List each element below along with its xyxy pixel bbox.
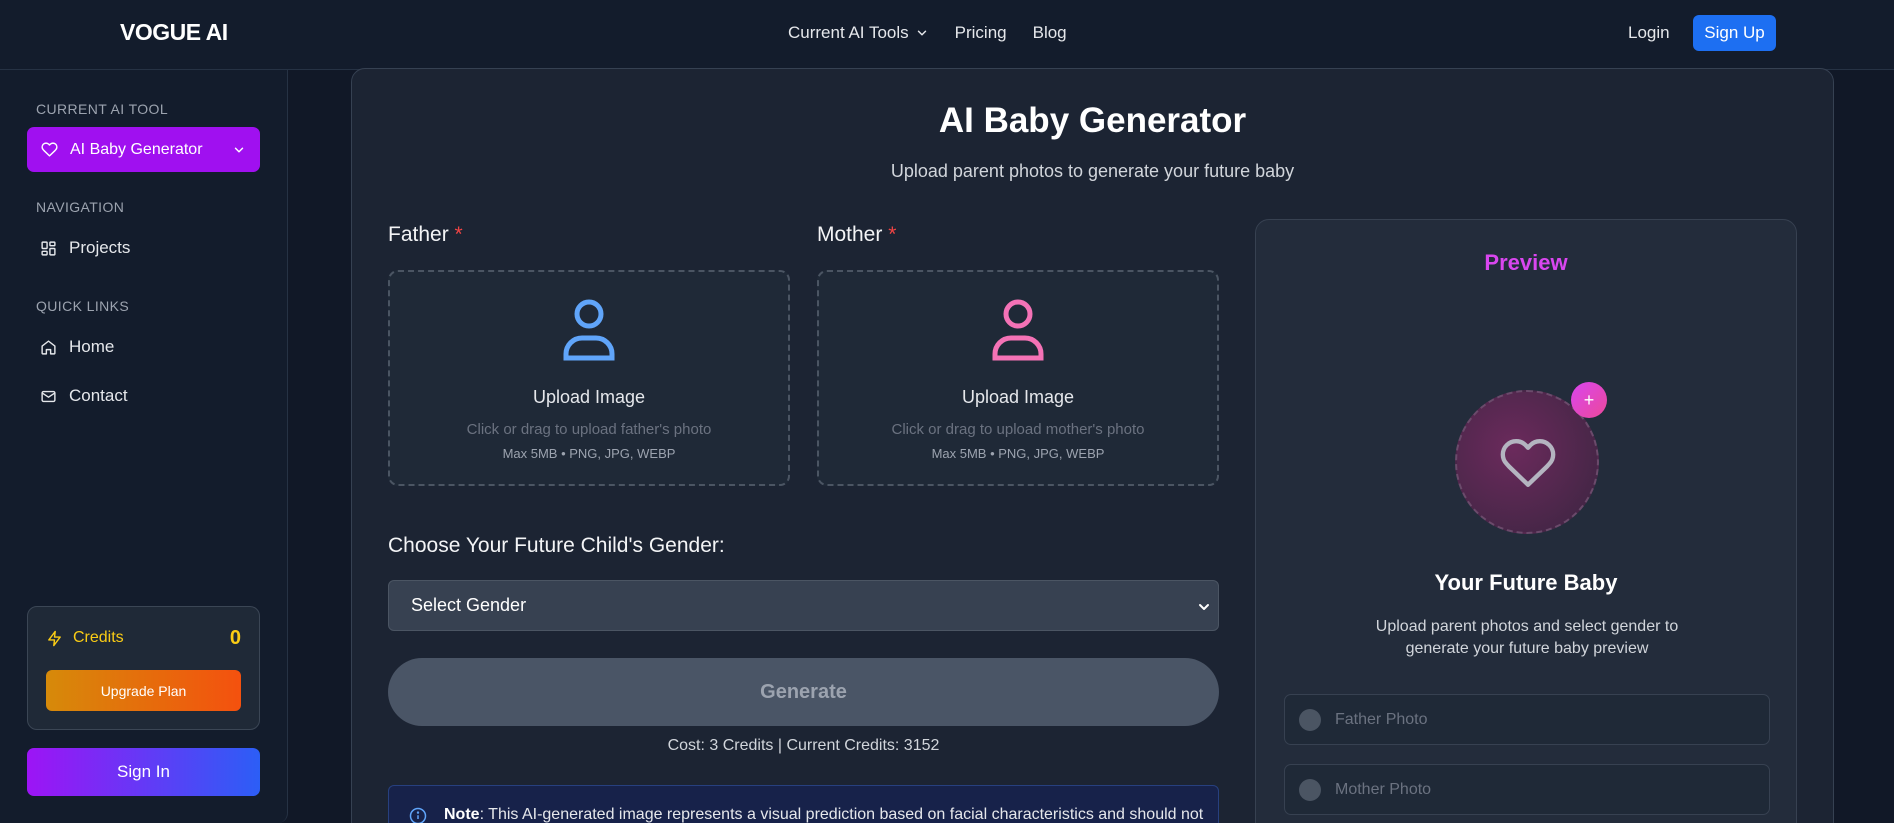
generate-button[interactable]: Generate: [388, 658, 1219, 726]
upload-hint: Click or drag to upload mother's photo: [891, 421, 1145, 438]
mail-icon: [41, 390, 56, 402]
chevron-down-icon: [917, 30, 926, 36]
baby-description: Upload parent photos and select gender t…: [1375, 618, 1679, 657]
status-label: Father Photo: [1335, 710, 1428, 728]
quick-links-section-label: QUICK LINKS: [36, 298, 130, 314]
sidebar: CURRENT AI TOOL AI Baby Generator NAVIGA…: [0, 70, 288, 823]
preview-panel: Preview + Your Future Baby Upload parent…: [1255, 219, 1797, 823]
upload-meta: Max 5MB • PNG, JPG, WEBP: [502, 446, 676, 461]
father-label-text: Father: [388, 223, 449, 246]
chevron-down-icon: [234, 147, 244, 152]
person-icon: [992, 299, 1044, 361]
nav-pricing[interactable]: Pricing: [955, 23, 1007, 43]
page-subtitle: Upload parent photos to generate your fu…: [890, 161, 1295, 181]
note-text: Note: This AI-generated image represents…: [444, 806, 1203, 823]
signin-button[interactable]: Sign In: [27, 748, 260, 796]
gender-select-value: Select Gender: [411, 595, 527, 615]
current-tool-dropdown[interactable]: AI Baby Generator: [27, 127, 260, 172]
credits-label-row: Credits: [46, 629, 124, 647]
login-link[interactable]: Login: [1628, 23, 1670, 43]
gender-select[interactable]: Select Gender: [388, 580, 1219, 631]
mother-photo-status: Mother Photo: [1284, 764, 1770, 815]
upload-hint: Click or drag to upload father's photo: [466, 421, 712, 438]
nav-blog[interactable]: Blog: [1033, 23, 1067, 43]
sidebar-item-label: Projects: [69, 238, 131, 257]
sidebar-item-label: Contact: [69, 386, 128, 405]
mother-label: Mother *: [817, 223, 896, 247]
lightning-icon: [48, 630, 61, 646]
required-marker: *: [888, 223, 897, 246]
heart-icon: [41, 142, 58, 157]
mother-upload-dropzone[interactable]: Upload Image Click or drag to upload mot…: [817, 270, 1219, 486]
sidebar-item-label: Home: [69, 337, 115, 356]
upload-title: Upload Image: [961, 387, 1075, 407]
main-nav: Current AI Tools Pricing Blog: [788, 23, 1067, 43]
upload-title: Upload Image: [532, 387, 646, 407]
required-marker: *: [454, 223, 463, 246]
navigation-section-label: NAVIGATION: [36, 199, 125, 215]
gender-label: Choose Your Future Child's Gender:: [388, 534, 725, 557]
sidebar-item-projects[interactable]: Projects: [40, 238, 130, 258]
upload-meta: Max 5MB • PNG, JPG, WEBP: [931, 446, 1105, 461]
info-icon: [409, 807, 427, 823]
status-label: Mother Photo: [1335, 780, 1432, 798]
preview-title: Preview: [1484, 250, 1568, 275]
nav-tools-label: Current AI Tools: [788, 23, 909, 42]
baby-title: Your Future Baby: [1434, 570, 1618, 595]
nav-current-ai-tools[interactable]: Current AI Tools: [788, 23, 929, 43]
mother-label-text: Mother: [817, 223, 883, 246]
father-label: Father *: [388, 223, 463, 247]
cost-text: Cost: 3 Credits | Current Credits: 3152: [667, 737, 940, 754]
upgrade-plan-button[interactable]: Upgrade Plan: [46, 670, 241, 711]
grid-icon: [41, 240, 56, 256]
credits-card: Credits 0 Upgrade Plan: [27, 606, 260, 730]
signup-button[interactable]: Sign Up: [1693, 15, 1776, 51]
note-bold: Note: [444, 806, 480, 823]
credits-value: 0: [229, 627, 241, 649]
chevron-down-icon: [1199, 604, 1209, 610]
sidebar-item-home[interactable]: Home: [40, 337, 114, 357]
generator-card: AI Baby Generator Upload parent photos t…: [351, 68, 1834, 823]
logo[interactable]: VOGUE AI: [120, 19, 228, 46]
status-dot: [1299, 708, 1321, 731]
father-upload-dropzone[interactable]: Upload Image Click or drag to upload fat…: [388, 270, 790, 486]
note-body: : This AI-generated image represents a v…: [479, 806, 1204, 823]
home-icon: [41, 339, 56, 355]
top-navbar: VOGUE AI Current AI Tools Pricing Blog L…: [0, 0, 1894, 70]
page-title: AI Baby Generator: [938, 101, 1247, 140]
note-banner: Note: This AI-generated image represents…: [388, 785, 1219, 823]
sidebar-item-contact[interactable]: Contact: [40, 386, 128, 406]
credits-label: Credits: [73, 629, 124, 646]
plus-badge: +: [1571, 382, 1607, 418]
current-tool-label: AI Baby Generator: [70, 140, 203, 158]
current-tool-section-label: CURRENT AI TOOL: [36, 101, 169, 117]
status-dot: [1299, 778, 1321, 801]
person-icon: [563, 299, 615, 361]
heart-icon: [1500, 439, 1556, 487]
father-photo-status: Father Photo: [1284, 694, 1770, 745]
